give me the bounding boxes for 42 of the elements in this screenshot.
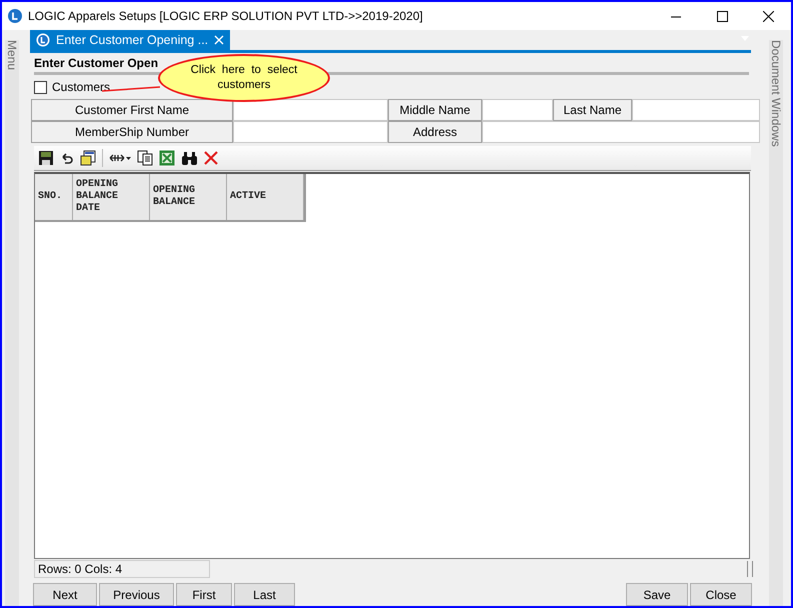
excel-icon[interactable] (159, 150, 175, 166)
field-label: Middle Name (388, 99, 482, 121)
field-label: Last Name (553, 99, 632, 121)
column-header[interactable]: ACTIVE (227, 174, 304, 220)
document-tab[interactable]: Enter Customer Opening ... (30, 30, 230, 50)
field-label: MemberShip Number (31, 121, 233, 143)
action-button[interactable]: Close (690, 583, 752, 606)
field-label: Address (388, 121, 482, 143)
action-button[interactable]: Save (626, 583, 688, 606)
save-icon[interactable] (38, 150, 54, 166)
nav-button[interactable]: First (176, 583, 232, 606)
delete-icon[interactable] (204, 151, 218, 165)
window-title: LOGIC Apparels Setups [LOGIC ERP SOLUTION PVT LTD->>2019-2020] (28, 9, 424, 23)
document-icon[interactable] (80, 150, 96, 166)
field-label: Customer First Name (31, 99, 233, 121)
close-icon (762, 10, 774, 22)
checkbox-label[interactable]: Customers (52, 80, 110, 94)
document-windows-panel-tab[interactable]: Document Windows (769, 40, 783, 606)
input-field[interactable] (482, 99, 553, 121)
column-header[interactable]: OPENING BALANCE DATE (73, 174, 150, 220)
binoculars-icon[interactable] (181, 150, 198, 166)
callout-bubble: Click here to select customers (158, 54, 330, 102)
maximize-icon (716, 10, 728, 22)
input-field[interactable] (632, 99, 760, 121)
app-logo-icon (36, 33, 50, 47)
customers-checkbox[interactable] (34, 80, 47, 94)
app-logo-icon (8, 9, 22, 23)
status-text: Rows: 0 Cols: 4 (34, 560, 210, 578)
input-field[interactable] (233, 121, 388, 143)
form-heading: Enter Customer Open (34, 56, 158, 71)
column-header[interactable]: SNO. (35, 174, 73, 220)
nav-button[interactable]: Next (33, 583, 97, 606)
tab-close-icon[interactable] (214, 35, 224, 45)
undo-icon[interactable] (60, 152, 74, 164)
nav-button[interactable]: Last (234, 583, 295, 606)
nav-button[interactable]: Previous (99, 583, 174, 606)
input-field[interactable] (233, 99, 388, 121)
column-header[interactable]: OPENING BALANCE (150, 174, 227, 220)
copy-icon[interactable] (137, 150, 153, 166)
menu-panel-tab[interactable]: Menu (5, 40, 19, 606)
column-width-icon[interactable] (109, 153, 131, 163)
input-field[interactable] (482, 121, 760, 143)
